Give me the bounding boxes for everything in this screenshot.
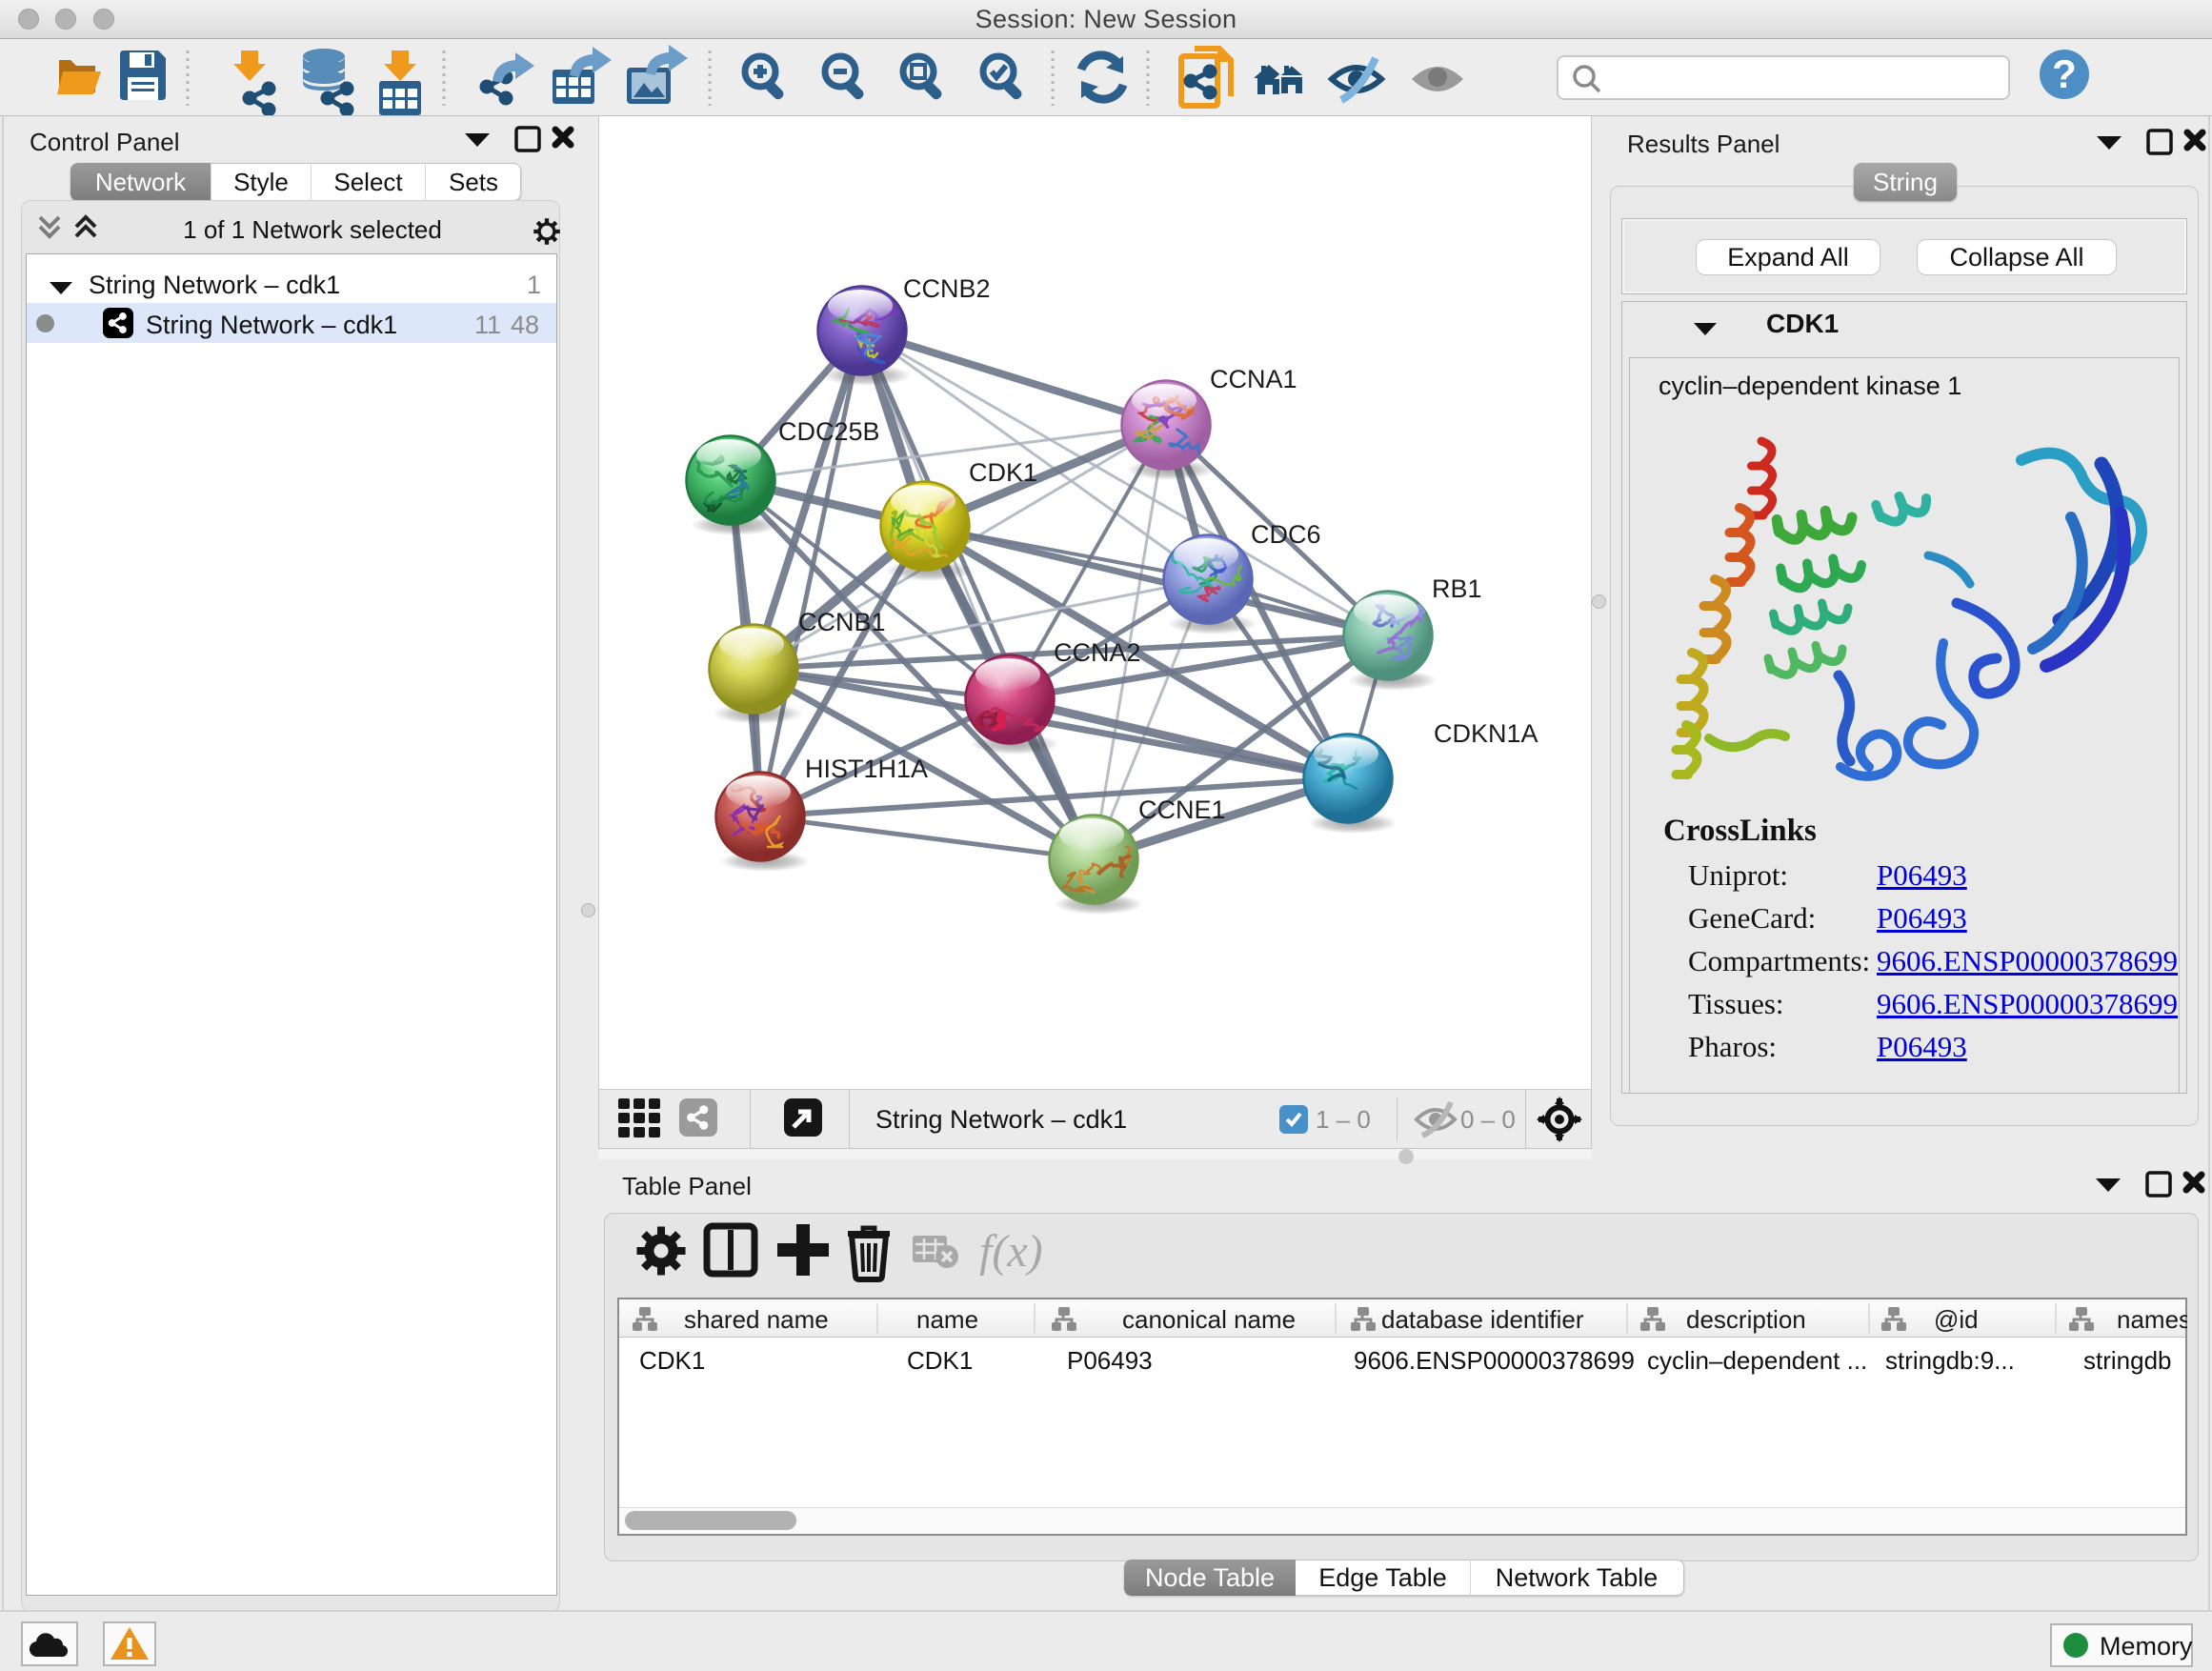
svg-text:CCNE1: CCNE1 <box>1138 795 1226 824</box>
svg-text:f(x): f(x) <box>979 1226 1043 1277</box>
svg-text:?: ? <box>2052 51 2077 96</box>
svg-text:shared name: shared name <box>684 1305 829 1334</box>
svg-text:CCNA2: CCNA2 <box>1054 638 1141 667</box>
svg-text:CDC6: CDC6 <box>1251 520 1321 549</box>
svg-text:CCNA1: CCNA1 <box>1210 365 1297 393</box>
svg-text:CDC25B: CDC25B <box>778 417 880 446</box>
svg-text:canonical name: canonical name <box>1122 1305 1296 1334</box>
svg-text:HIST1H1A: HIST1H1A <box>805 755 928 783</box>
svg-text:CCNB1: CCNB1 <box>798 608 886 636</box>
svg-text:description: description <box>1686 1305 1806 1334</box>
svg-text:CDKN1A: CDKN1A <box>1434 719 1538 748</box>
svg-text:CCNB2: CCNB2 <box>903 274 991 303</box>
svg-text:@id: @id <box>1934 1305 1979 1334</box>
svg-text:RB1: RB1 <box>1432 574 1482 603</box>
svg-text:database identifier: database identifier <box>1381 1305 1584 1334</box>
svg-text:namespace: namespace <box>2117 1305 2187 1334</box>
svg-text:CDK1: CDK1 <box>969 458 1037 487</box>
svg-text:name: name <box>916 1305 978 1334</box>
